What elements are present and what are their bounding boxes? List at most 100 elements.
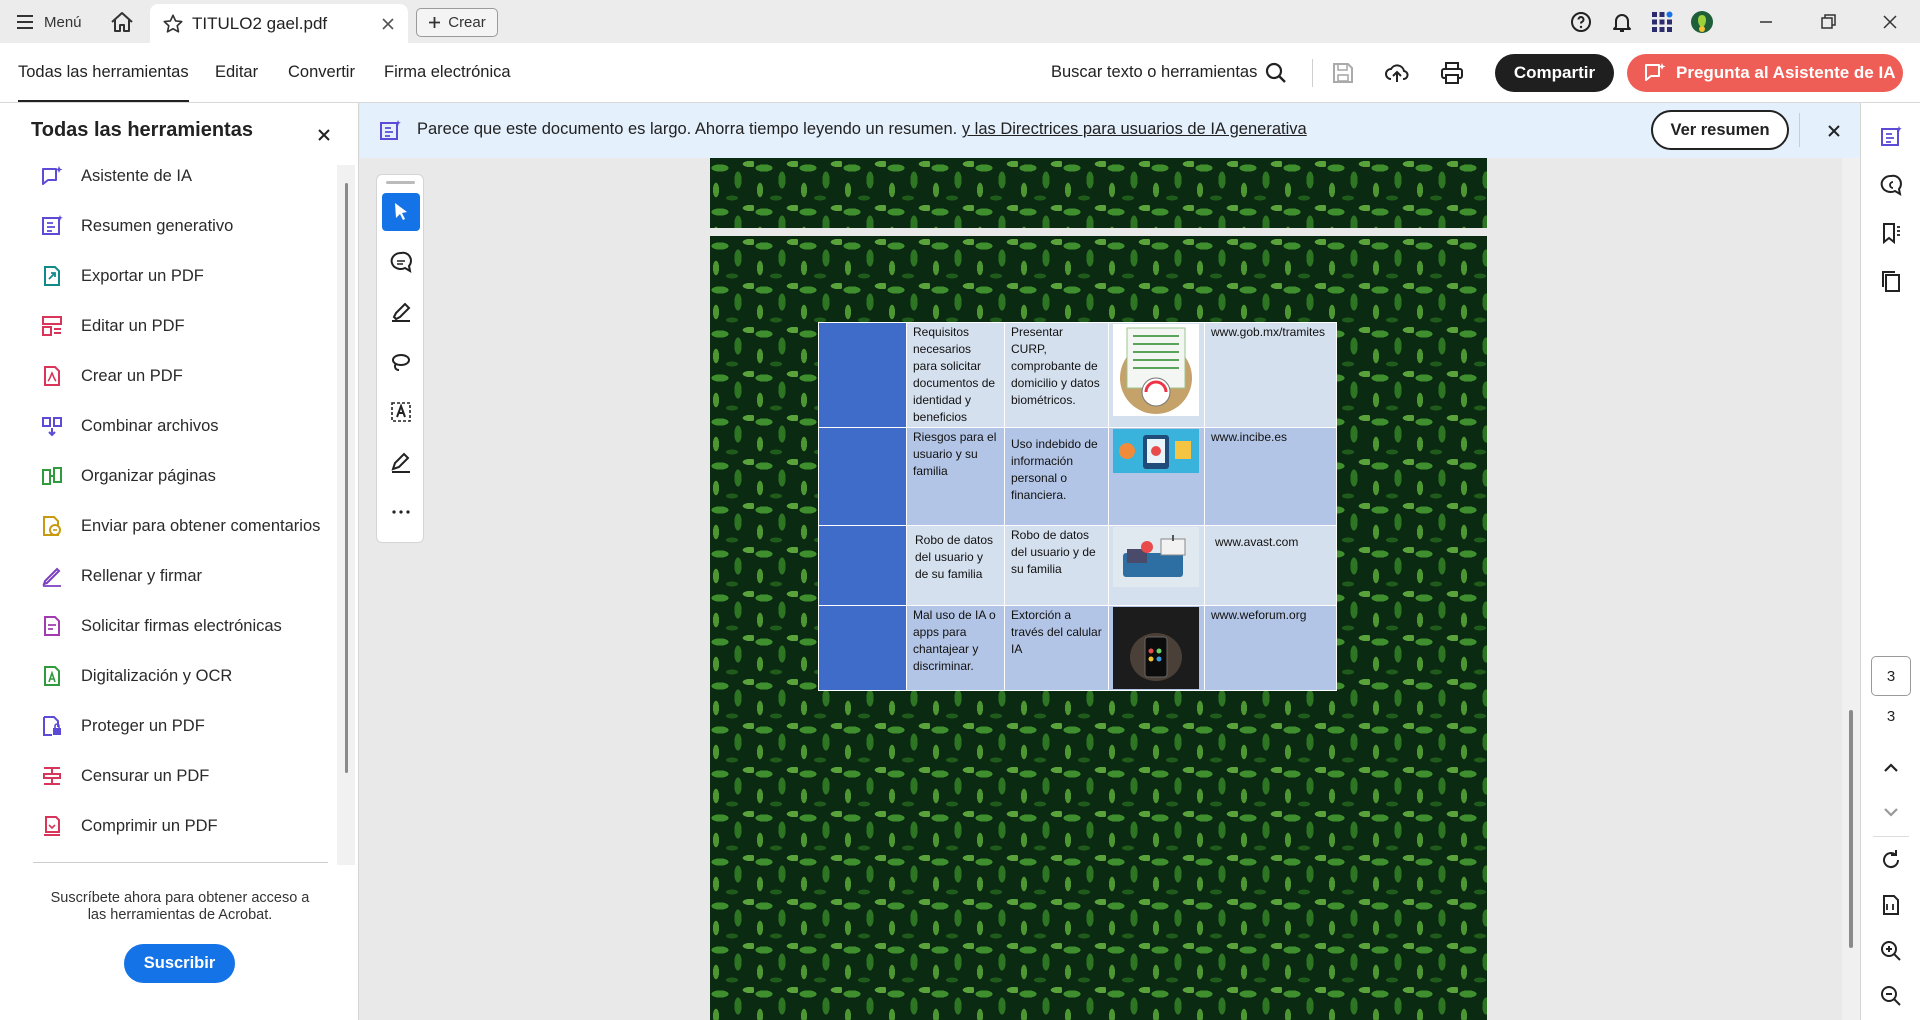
create-label: Crear [448, 14, 486, 31]
actual-size-icon[interactable] [1879, 893, 1903, 917]
save-icon[interactable] [1330, 60, 1356, 86]
bookmarks-icon[interactable] [1879, 221, 1903, 245]
tab-all-tools[interactable]: Todas las herramientas [18, 63, 189, 102]
sidebar-item-redact-pdf[interactable]: Censurar un PDF [40, 758, 209, 794]
rotate-icon[interactable] [1879, 848, 1903, 872]
upload-cloud-icon[interactable] [1384, 60, 1410, 86]
sidebar-scrollbar-thumb[interactable] [345, 183, 348, 773]
table-cell: www.weforum.org [1204, 605, 1337, 691]
sidebar-item-scan-ocr[interactable]: Digitalización y OCR [40, 658, 232, 694]
select-tool-button[interactable] [382, 193, 420, 231]
sidebar-item-organize-pages[interactable]: Organizar páginas [40, 458, 216, 494]
search-icon[interactable] [1263, 60, 1289, 86]
document-viewer[interactable]: Requisitos necesarios para solicitar doc… [360, 158, 1860, 1020]
table-cell: www.gob.mx/tramites [1204, 322, 1337, 428]
table-cell [1108, 605, 1205, 691]
table-cell: Extorción a través del calular IA [1004, 605, 1109, 691]
summary-banner: Parece que este documento es largo. Ahor… [360, 103, 1860, 158]
table-row: Robo de datos del usuario y de su famili… [818, 525, 1337, 606]
ask-ai-assistant-button[interactable]: Pregunta al Asistente de IA [1627, 54, 1903, 92]
sidebar-item-label: Solicitar firmas electrónicas [81, 616, 282, 635]
table-row: Mal uso de IA o apps para chantajear y d… [818, 605, 1337, 691]
comment-tool-button[interactable] [382, 243, 420, 281]
compress-pdf-icon [44, 816, 60, 836]
rail-drag-handle[interactable] [386, 181, 415, 184]
comment-icon [390, 251, 412, 274]
sidebar-divider [33, 862, 328, 863]
view-summary-button[interactable]: Ver resumen [1651, 110, 1789, 150]
close-sidebar-icon[interactable] [317, 128, 331, 142]
tab-edit[interactable]: Editar [215, 63, 258, 82]
rail-divider [1873, 836, 1909, 837]
tab-e-signature[interactable]: Firma electrónica [384, 63, 511, 82]
ai-guidelines-link[interactable]: y las Directrices para usuarios de IA ge… [962, 120, 1307, 138]
sidebar-item-generative-summary[interactable]: Resumen generativo [40, 208, 233, 244]
document-tab[interactable]: TITULO2 gael.pdf [150, 4, 408, 43]
comments-panel-icon[interactable] [1879, 173, 1903, 197]
zoom-out-icon[interactable] [1879, 984, 1903, 1008]
previous-page-icon[interactable] [1879, 756, 1903, 780]
sidebar-item-label: Rellenar y firmar [81, 566, 203, 585]
table-cell [818, 605, 907, 691]
document-scrollbar-thumb[interactable] [1849, 710, 1853, 948]
sidebar-item-compress-pdf[interactable]: Comprimir un PDF [40, 808, 218, 844]
restore-icon[interactable] [1814, 8, 1842, 36]
draw-tool-button[interactable] [382, 343, 420, 381]
star-icon[interactable] [162, 13, 184, 35]
sidebar-item-ai-assistant[interactable]: Asistente de IA [40, 158, 192, 194]
sign-tool-button[interactable] [382, 443, 420, 481]
pdf-page-2 [710, 158, 1487, 228]
home-icon[interactable] [109, 9, 135, 35]
subscribe-button[interactable]: Suscribir [124, 944, 235, 983]
more-tools-button[interactable] [382, 493, 420, 531]
highlighter-icon [392, 302, 411, 322]
sidebar-item-fill-sign[interactable]: Rellenar y firmar [40, 558, 202, 594]
share-button[interactable]: Compartir [1495, 54, 1614, 92]
close-window-icon[interactable] [1876, 8, 1904, 36]
sidebar-item-create-pdf[interactable]: Crear un PDF [40, 358, 183, 394]
cursor-icon [395, 203, 407, 220]
highlight-tool-button[interactable] [382, 293, 420, 331]
close-tab-icon[interactable] [380, 16, 396, 32]
sidebar-item-send-for-comments[interactable]: Enviar para obtener comentarios [40, 508, 320, 544]
help-icon[interactable] [1569, 10, 1593, 34]
sidebar-item-combine-files[interactable]: Combinar archivos [40, 408, 219, 444]
sidebar-item-export-pdf[interactable]: Exportar un PDF [40, 258, 204, 294]
sidebar-item-edit-pdf[interactable]: Editar un PDF [40, 308, 185, 344]
current-page-input[interactable]: 3 [1871, 656, 1911, 696]
document-checklist-image [1113, 324, 1199, 416]
print-icon[interactable] [1439, 60, 1465, 86]
menu-label: Menú [44, 13, 82, 31]
zoom-in-icon[interactable] [1879, 939, 1903, 963]
redact-pdf-icon [43, 767, 61, 785]
data-theft-illustration-image [1113, 527, 1199, 587]
create-button[interactable]: Crear [416, 8, 498, 37]
tab-convert[interactable]: Convertir [288, 63, 355, 82]
text-tool-button[interactable] [382, 393, 420, 431]
sidebar-item-label: Asistente de IA [81, 166, 192, 185]
title-bar: Menú TITULO2 gael.pdf Crear [0, 0, 1920, 43]
minimize-icon[interactable] [1752, 8, 1780, 36]
banner-text: Parece que este documento es largo. Ahor… [417, 120, 958, 138]
export-pdf-icon [44, 266, 60, 286]
more-options-icon [392, 510, 410, 514]
menu-button[interactable]: Menú [16, 10, 82, 34]
table-cell: Mal uso de IA o apps para chantajear y d… [906, 605, 1005, 691]
avatar[interactable] [1690, 10, 1714, 34]
table-cell: Requisitos necesarios para solicitar doc… [906, 322, 1005, 428]
sidebar-item-request-signatures[interactable]: Solicitar firmas electrónicas [40, 608, 282, 644]
quick-tools-rail [376, 174, 424, 543]
table-row: Riesgos para el usuario y su familia Uso… [818, 427, 1337, 526]
document-scrollbar[interactable] [1842, 158, 1860, 1020]
apps-grid-icon[interactable] [1650, 10, 1674, 34]
sidebar-item-label: Resumen generativo [81, 216, 234, 235]
table-cell: Riesgos para el usuario y su familia [906, 427, 1005, 526]
page-thumbnails-icon[interactable] [1879, 269, 1903, 293]
next-page-icon[interactable] [1879, 800, 1903, 824]
notifications-icon[interactable] [1610, 10, 1634, 34]
close-banner-icon[interactable] [1827, 124, 1841, 138]
search-tools-label[interactable]: Buscar texto o herramientas [1051, 63, 1257, 82]
sidebar-item-protect-pdf[interactable]: Proteger un PDF [40, 708, 205, 744]
generative-summary-icon[interactable] [1879, 125, 1903, 149]
pen-sign-icon [391, 452, 410, 473]
